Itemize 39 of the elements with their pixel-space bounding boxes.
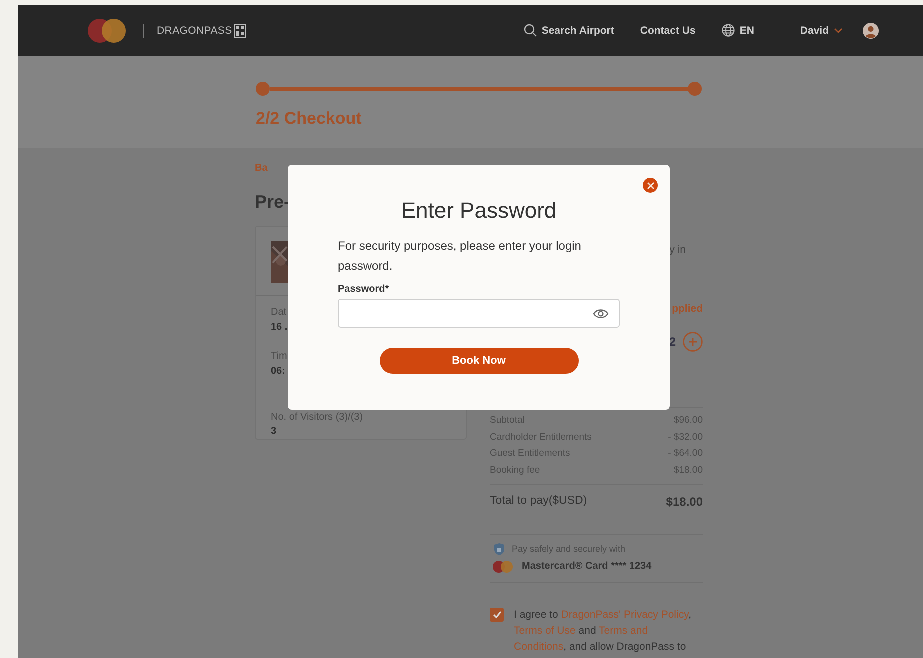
brand-name: DRAGONPASS <box>157 24 232 36</box>
close-button[interactable] <box>643 178 658 193</box>
agreement-text: , <box>688 608 692 621</box>
agreement-text: , and allow DragonPass to <box>564 640 686 653</box>
shield-icon <box>494 542 505 556</box>
search-icon <box>524 24 537 37</box>
user-menu[interactable]: David <box>800 24 843 36</box>
visitors-value: 3 <box>271 425 278 438</box>
field-value: 16 . <box>271 321 289 335</box>
mastercard-logo <box>493 560 513 573</box>
password-field[interactable] <box>338 299 620 328</box>
chevron-down-icon <box>834 28 843 34</box>
discount-status: pplied <box>672 303 703 315</box>
page-title: Pre- <box>255 192 290 213</box>
card-label: Mastercard® Card **** 1234 <box>522 561 652 572</box>
search-airport-link[interactable]: Search Airport <box>524 24 614 37</box>
mastercard-logo <box>87 18 127 44</box>
visitor-count: 2 <box>669 335 676 349</box>
contact-link[interactable]: Contact Us <box>640 24 696 36</box>
check-icon <box>492 610 502 619</box>
step-dot <box>688 82 702 96</box>
book-now-button[interactable]: Book Now <box>380 348 578 374</box>
agree-checkbox[interactable] <box>490 608 504 622</box>
grid-icon <box>234 24 246 38</box>
eye-icon[interactable] <box>593 308 609 318</box>
dialog-title: Enter Password <box>400 198 558 224</box>
field-value: 06: <box>271 365 286 379</box>
agreement-text: and <box>578 624 598 637</box>
total-label: Total to pay($USD) <box>490 494 588 509</box>
language-selector[interactable]: EN <box>722 24 754 37</box>
agreement-text: I agree to <box>514 608 560 621</box>
globe-icon <box>722 24 735 37</box>
checkout-step-title: 2/2 Checkout <box>256 109 363 129</box>
total-value: $18.00 <box>666 494 703 509</box>
password-label: Password* <box>338 284 390 295</box>
close-icon <box>646 182 654 190</box>
dialog-message: For security purposes, please enter your login password. <box>338 238 582 275</box>
step-dot <box>256 82 270 96</box>
avatar-icon[interactable] <box>863 22 879 38</box>
